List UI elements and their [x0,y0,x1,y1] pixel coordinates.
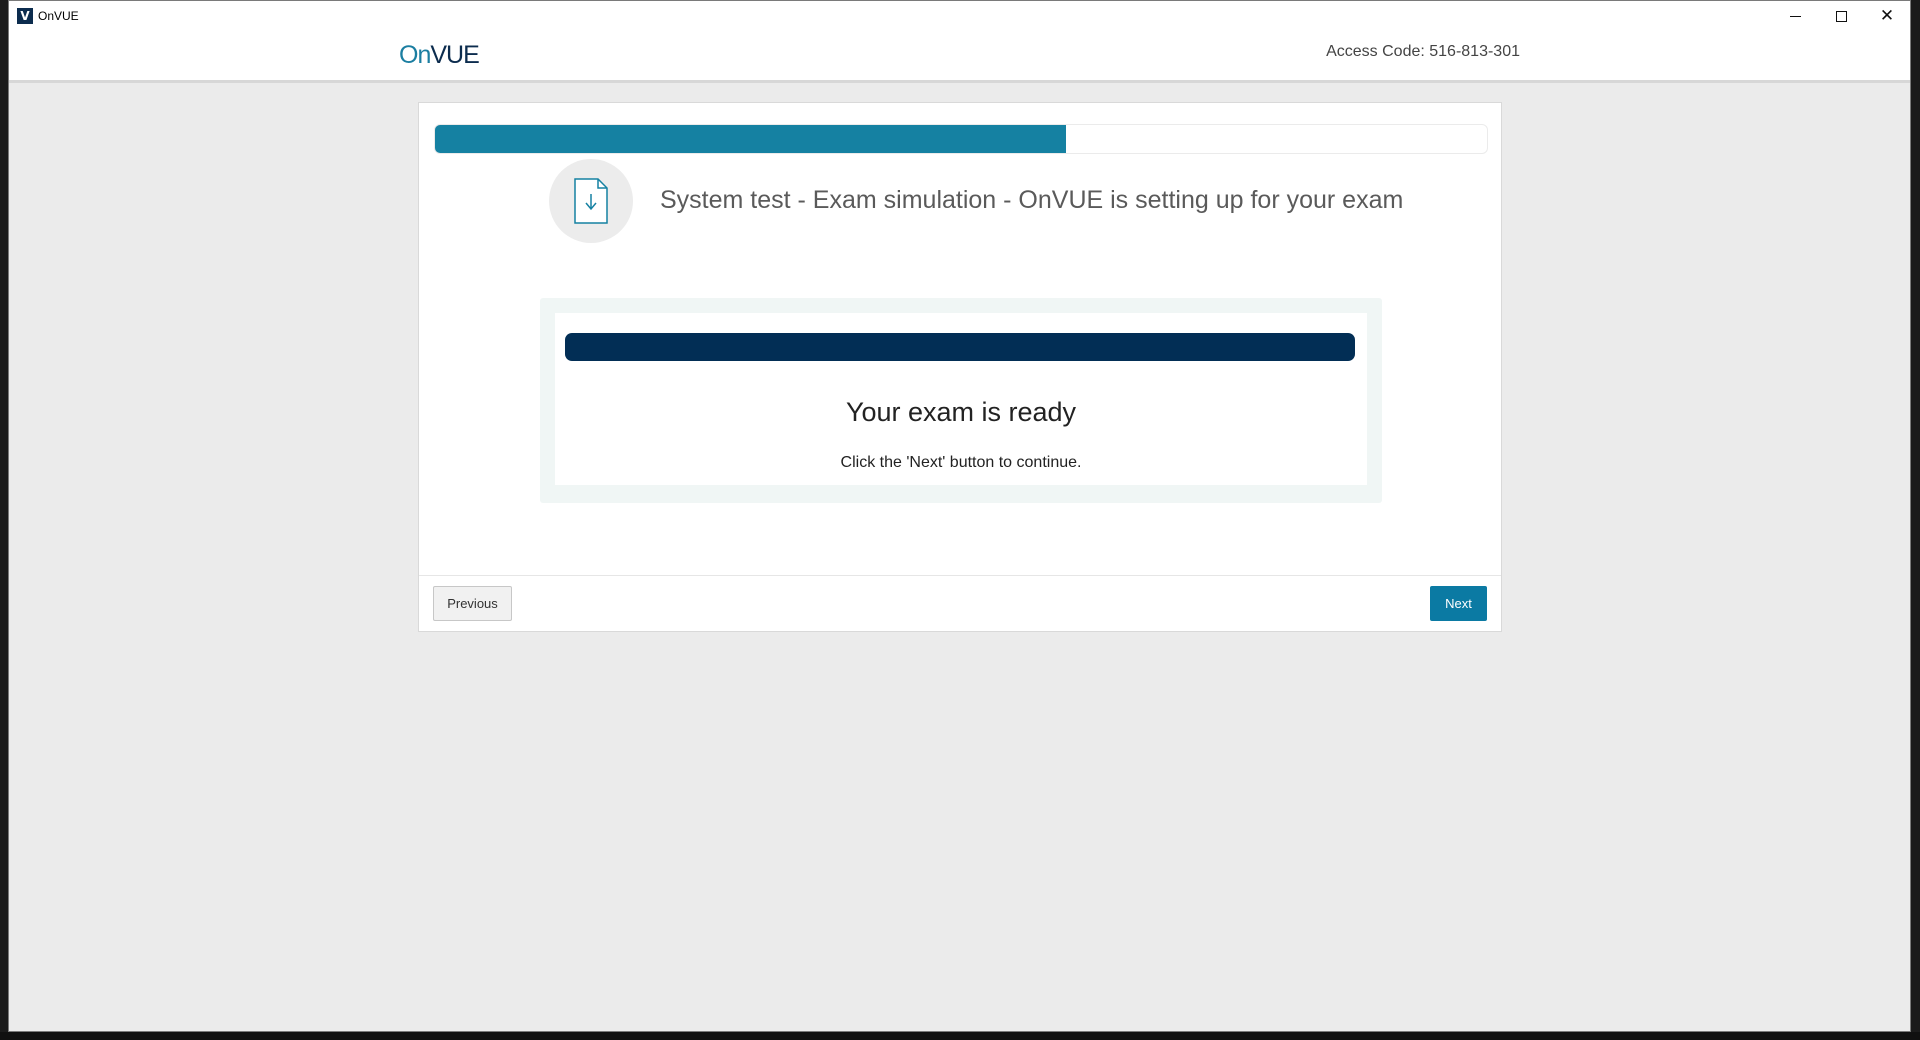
title-bar[interactable]: V OnVUE ✕ [9,1,1910,31]
logo-vue-text: VUE [430,41,479,69]
onvue-logo: OnVUE [399,41,480,70]
wizard-card: System test - Exam simulation - OnVUE is… [418,102,1502,632]
window-title: OnVUE [38,9,79,23]
wizard-progress-fill [435,125,1067,153]
wizard-footer: Previous Next [419,575,1501,632]
step-icon-circle [549,159,633,243]
maximize-icon [1835,10,1847,22]
document-download-icon [574,178,608,224]
taskbar-edge [0,1032,1920,1040]
minimize-button[interactable] [1772,1,1818,31]
previous-button[interactable]: Previous [433,586,512,621]
maximize-button[interactable] [1818,1,1864,31]
status-subtitle: Click the 'Next' button to continue. [840,454,1082,471]
close-button[interactable]: ✕ [1864,1,1910,31]
app-header: OnVUE Access Code: 516-813-301 [9,31,1910,83]
status-panel: Your exam is ready Click the 'Next' butt… [555,313,1367,485]
next-button[interactable]: Next [1430,586,1487,621]
close-icon: ✕ [1879,5,1895,26]
logo-on-text: On [399,41,431,69]
step-title: System test - Exam simulation - OnVUE is… [660,186,1404,214]
onvue-window: V OnVUE ✕ OnVUE Access Code: 516-813-301… [8,0,1911,1032]
download-complete-bar [565,333,1355,361]
status-title: Your exam is ready [845,397,1077,427]
minimize-icon [1789,15,1801,17]
onvue-app-icon: V [17,8,33,24]
status-frame: Your exam is ready Click the 'Next' butt… [540,298,1382,503]
wizard-progress-bar [434,124,1488,154]
access-code: Access Code: 516-813-301 [1326,43,1520,60]
